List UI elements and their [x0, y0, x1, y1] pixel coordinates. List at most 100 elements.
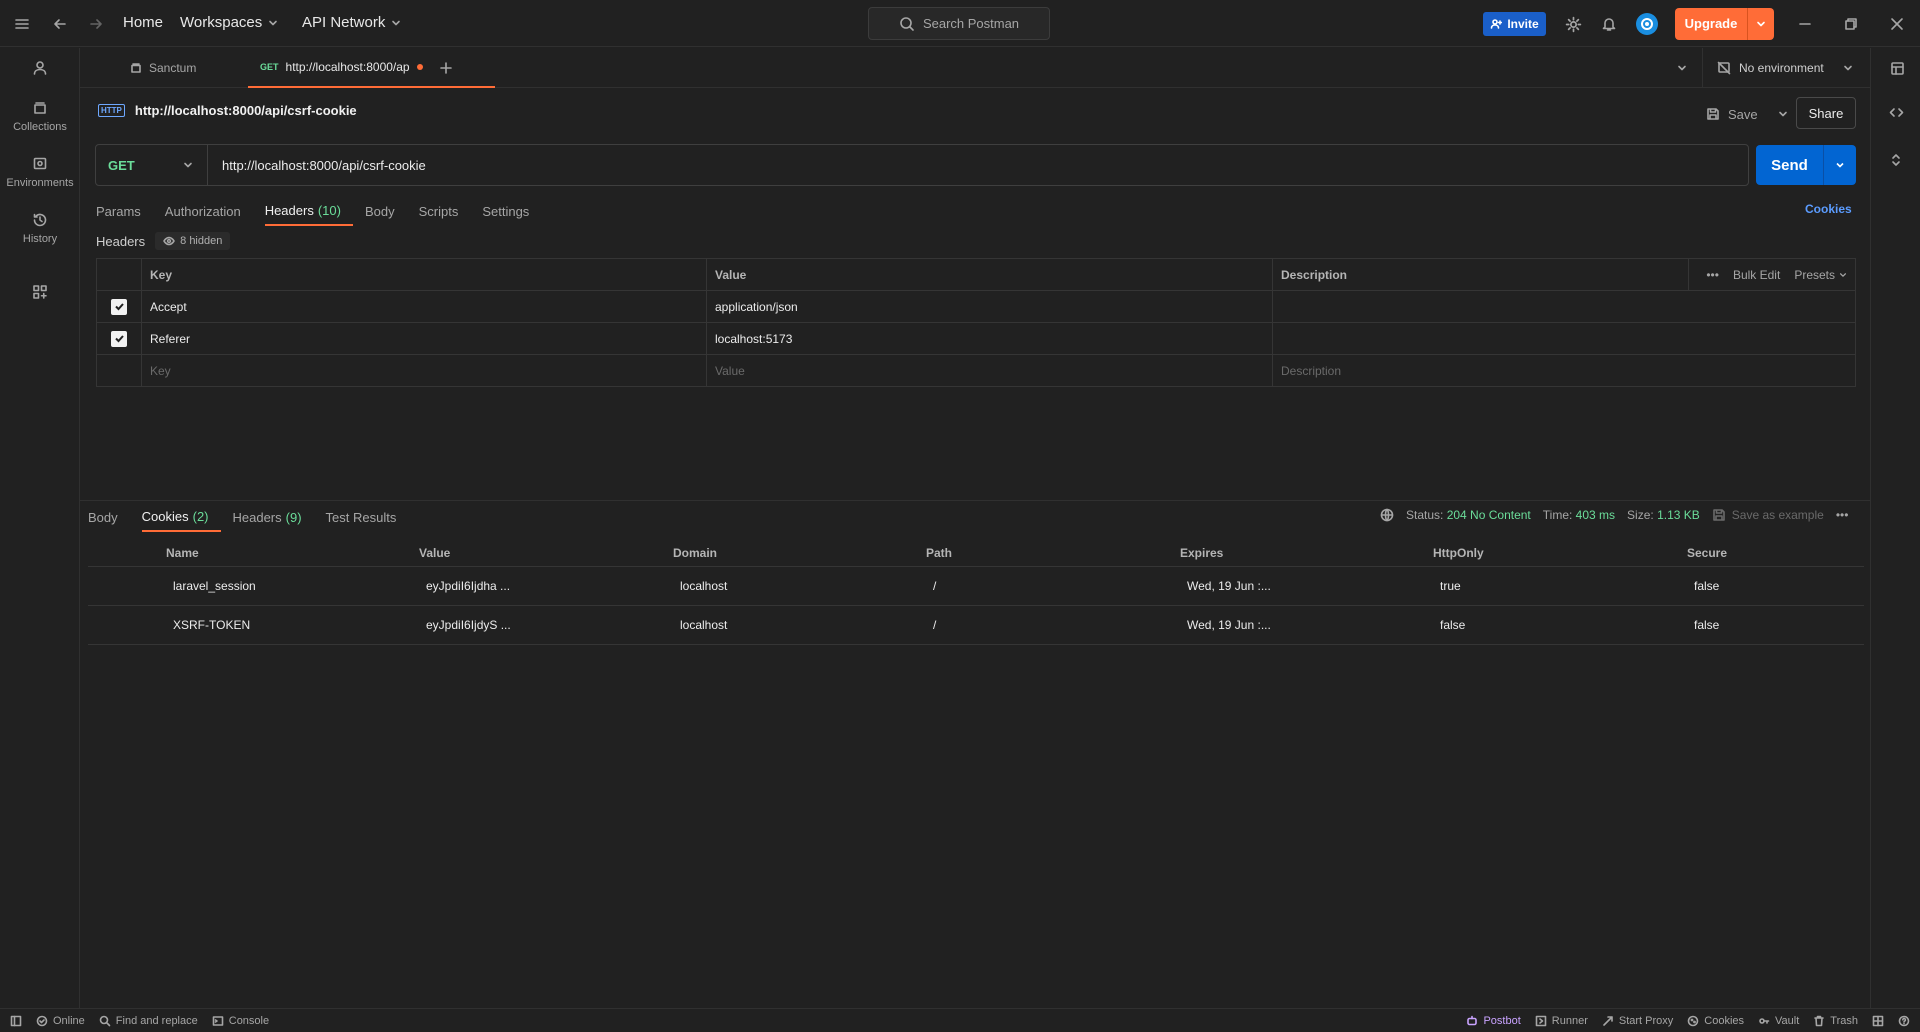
close-icon[interactable] — [1887, 14, 1907, 34]
tab-test-results[interactable]: Test Results — [326, 502, 409, 532]
bulk-edit-button[interactable]: Bulk Edit — [1733, 268, 1780, 282]
sidebar-item-collections[interactable]: Collections — [0, 100, 80, 133]
related-collections-icon[interactable] — [1886, 150, 1906, 170]
search-input[interactable]: Search Postman — [868, 7, 1050, 40]
forward-arrow-icon[interactable] — [86, 14, 106, 34]
no-environment-icon — [1717, 61, 1731, 75]
start-proxy-button[interactable]: Start Proxy — [1602, 1015, 1673, 1027]
postbot-button[interactable]: Postbot — [1466, 1014, 1521, 1027]
table-row-empty: Key Value Description — [96, 354, 1856, 387]
url-input[interactable]: http://localhost:8000/api/csrf-cookie — [208, 158, 426, 173]
runner-button[interactable]: Runner — [1535, 1015, 1588, 1027]
cookie-value[interactable]: eyJpdiI6IjdyS ... — [419, 605, 673, 645]
status-info[interactable]: Status: 204 No Content — [1406, 508, 1531, 522]
online-status[interactable]: Online — [36, 1015, 85, 1027]
tabs-overflow-chevron-icon[interactable] — [1672, 58, 1692, 78]
online-label: Online — [53, 1014, 85, 1027]
tab-csrf-cookie-request[interactable]: GET http://localhost:8000/ap — [248, 48, 495, 88]
more-options-icon[interactable]: ••• — [1836, 508, 1849, 522]
header-key-cell[interactable]: Referer — [141, 322, 707, 355]
vault-button[interactable]: Vault — [1758, 1015, 1799, 1027]
size-info[interactable]: Size: 1.13 KB — [1627, 508, 1700, 522]
hidden-headers-toggle[interactable]: 8 hidden — [155, 232, 231, 250]
cookie-expires[interactable]: Wed, 19 Jun :... — [1180, 605, 1433, 645]
invite-button[interactable]: Invite — [1483, 12, 1546, 36]
description-input[interactable]: Description — [1272, 354, 1856, 387]
globe-icon[interactable] — [1380, 508, 1394, 522]
tab-authorization[interactable]: Authorization — [165, 196, 253, 226]
value-input[interactable]: Value — [706, 354, 1273, 387]
add-widget-icon[interactable] — [30, 282, 50, 302]
tab-response-headers[interactable]: Headers (9) — [233, 502, 314, 532]
runner-label: Runner — [1551, 1014, 1588, 1027]
tab-sanctum[interactable]: Sanctum — [118, 48, 208, 88]
sidebar-item-history[interactable]: History — [0, 212, 80, 245]
cookies-button[interactable]: Cookies — [1687, 1015, 1744, 1027]
response-divider[interactable] — [80, 500, 1870, 501]
menu-icon[interactable] — [12, 14, 32, 34]
api-network-menu[interactable]: API Network — [302, 14, 401, 31]
time-info[interactable]: Time: 403 ms — [1543, 508, 1615, 522]
code-icon[interactable] — [1886, 102, 1906, 122]
cookie-expires[interactable]: Wed, 19 Jun :... — [1180, 566, 1433, 606]
console-icon — [212, 1015, 224, 1027]
tab-headers[interactable]: Headers (10) — [264, 196, 353, 226]
header-description-cell[interactable] — [1272, 322, 1856, 355]
back-arrow-icon[interactable] — [50, 14, 70, 34]
chevron-down-icon[interactable] — [1778, 109, 1788, 119]
user-icon[interactable] — [30, 58, 50, 78]
save-as-example-button[interactable]: Save as example — [1712, 508, 1824, 522]
tab-body[interactable]: Body — [365, 196, 407, 226]
send-button[interactable]: Send — [1756, 145, 1856, 185]
trash-button[interactable]: Trash — [1813, 1015, 1858, 1027]
save-button[interactable]: Save — [1706, 98, 1788, 130]
cookies-link[interactable]: Cookies — [1805, 202, 1852, 216]
tab-params[interactable]: Params — [96, 196, 153, 226]
sidebar-item-environments[interactable]: Environments — [0, 156, 80, 189]
avatar[interactable] — [1636, 13, 1658, 35]
share-button[interactable]: Share — [1796, 97, 1856, 129]
cookie-value[interactable]: eyJpdiI6Ijdha ... — [419, 566, 673, 606]
notifications-bell-icon[interactable] — [1599, 14, 1619, 34]
environment-quick-look-icon[interactable] — [1887, 58, 1907, 78]
tab-scripts[interactable]: Scripts — [419, 196, 471, 226]
header-value-cell[interactable]: localhost:5173 — [706, 322, 1273, 355]
help-icon[interactable] — [1898, 1015, 1910, 1027]
find-replace-button[interactable]: Find and replace — [99, 1015, 198, 1027]
toggle-sidebar-icon[interactable] — [10, 1015, 22, 1027]
start-proxy-label: Start Proxy — [1618, 1014, 1674, 1027]
console-button[interactable]: Console — [212, 1015, 269, 1027]
tab-label: Authorization — [164, 203, 241, 219]
more-options-icon[interactable]: ••• — [1706, 268, 1719, 282]
cookie-name: laravel_session — [166, 566, 419, 606]
postbot-label: Postbot — [1483, 1014, 1521, 1027]
tab-response-body[interactable]: Body — [88, 502, 130, 532]
chevron-down-icon[interactable] — [1824, 145, 1856, 185]
response-tabs: Body Cookies (2) Headers (9) Test Result… — [88, 502, 420, 532]
environment-selector[interactable]: No environment — [1717, 48, 1853, 88]
restore-window-icon[interactable] — [1841, 14, 1861, 34]
minimize-icon[interactable] — [1795, 14, 1815, 34]
header-key-cell[interactable]: Accept — [141, 290, 707, 323]
row-checkbox[interactable] — [111, 298, 127, 315]
home-link[interactable]: Home — [123, 14, 163, 31]
environments-icon — [32, 156, 48, 172]
settings-gear-icon[interactable] — [1563, 14, 1583, 34]
row-checkbox[interactable] — [111, 330, 127, 347]
tab-label: Sanctum — [149, 61, 197, 75]
header-description-cell[interactable] — [1272, 290, 1856, 323]
new-tab-plus-icon[interactable] — [436, 58, 456, 78]
workspaces-menu[interactable]: Workspaces — [180, 14, 278, 31]
presets-dropdown[interactable]: Presets — [1794, 268, 1847, 282]
tab-label: Body — [88, 509, 118, 525]
upgrade-button[interactable]: Upgrade — [1675, 8, 1774, 40]
key-input[interactable]: Key — [141, 354, 707, 387]
chevron-down-icon[interactable] — [1748, 19, 1774, 29]
tab-settings[interactable]: Settings — [482, 196, 541, 226]
method-select[interactable]: GET — [96, 145, 208, 185]
chevron-down-icon — [1839, 271, 1847, 279]
header-value-cell[interactable]: application/json — [706, 290, 1273, 323]
layout-icon[interactable] — [1872, 1015, 1884, 1027]
request-title[interactable]: HTTP http://localhost:8000/api/csrf-cook… — [98, 103, 357, 118]
tab-response-cookies[interactable]: Cookies (2) — [141, 502, 221, 532]
